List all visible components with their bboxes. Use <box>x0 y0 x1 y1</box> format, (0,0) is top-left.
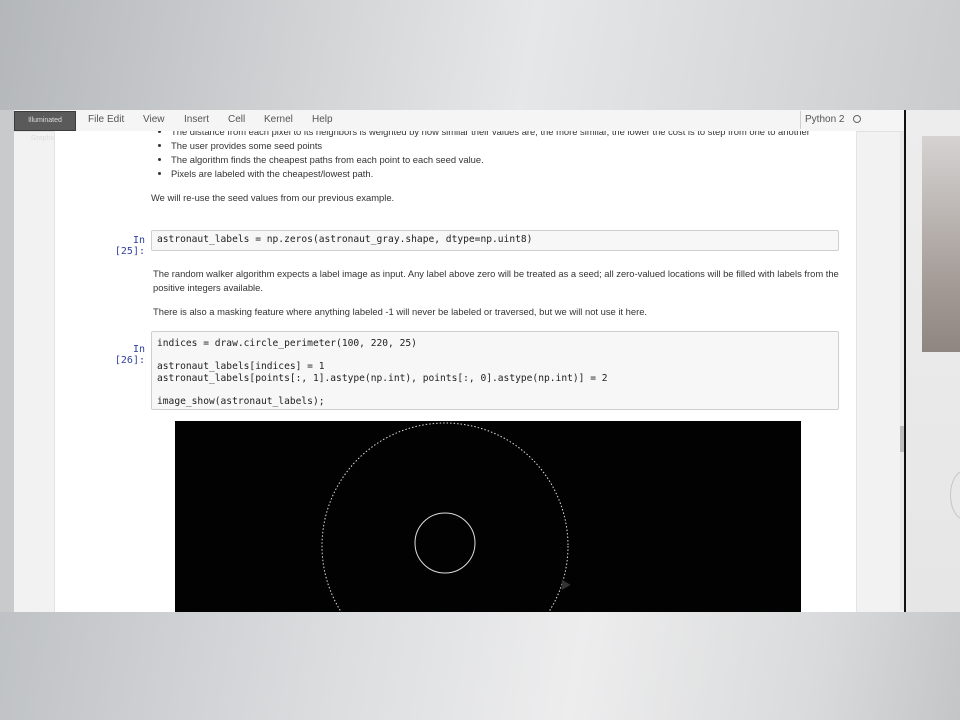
kernel-indicator[interactable]: Python 2 <box>800 111 862 129</box>
notebook-page: The distance from each pixel to its neig… <box>54 131 857 612</box>
list-item: The algorithm finds the cheapest paths f… <box>171 153 811 167</box>
window-border <box>904 110 906 612</box>
markdown-paragraph: We will re-use the seed values from our … <box>151 192 395 203</box>
menu-kernel[interactable]: Kernel <box>264 114 293 125</box>
cell-prompt: In [25]: <box>114 235 145 257</box>
menubar: File Edit View Insert Cell Kernel Help I… <box>14 110 906 142</box>
menu-file[interactable]: File <box>88 114 104 125</box>
background-photo <box>922 136 960 352</box>
notebook-window: File Edit View Insert Cell Kernel Help I… <box>14 110 906 612</box>
label-circle-perimeter <box>414 512 476 574</box>
bullet-list: The distance from each pixel to its neig… <box>151 131 811 181</box>
markdown-paragraph: The random walker algorithm expects a la… <box>153 268 839 293</box>
menu-view[interactable]: View <box>143 114 165 125</box>
list-item: The user provides some seed points <box>171 139 811 153</box>
menu-insert[interactable]: Insert <box>184 114 209 125</box>
image-output <box>175 421 801 612</box>
seed-points-circle <box>321 422 569 612</box>
desktop-background-left <box>0 110 14 612</box>
code-input[interactable]: astronaut_labels = np.zeros(astronaut_gr… <box>151 230 839 251</box>
menu-cell[interactable]: Cell <box>228 114 245 125</box>
markdown-paragraph: There is also a masking feature where an… <box>153 306 648 317</box>
markdown-cell-mid: The random walker algorithm expects a la… <box>153 267 843 319</box>
list-item: Pixels are labeled with the cheapest/low… <box>171 167 811 181</box>
desktop-background-top <box>0 0 960 110</box>
code-input[interactable]: indices = draw.circle_perimeter(100, 220… <box>151 331 839 410</box>
menu-help[interactable]: Help <box>312 114 333 125</box>
notification-badge[interactable]: Illuminated Graphics <box>14 111 76 142</box>
kernel-status-icon <box>853 115 862 123</box>
list-item: The distance from each pixel to its neig… <box>171 131 811 139</box>
markdown-cell-top: The distance from each pixel to its neig… <box>151 131 811 205</box>
kernel-name: Python 2 <box>805 114 845 125</box>
menu-edit[interactable]: Edit <box>107 114 124 125</box>
desktop-background-bottom <box>0 612 960 720</box>
cell-prompt: In [26]: <box>114 344 145 366</box>
label-image-svg <box>321 422 569 612</box>
